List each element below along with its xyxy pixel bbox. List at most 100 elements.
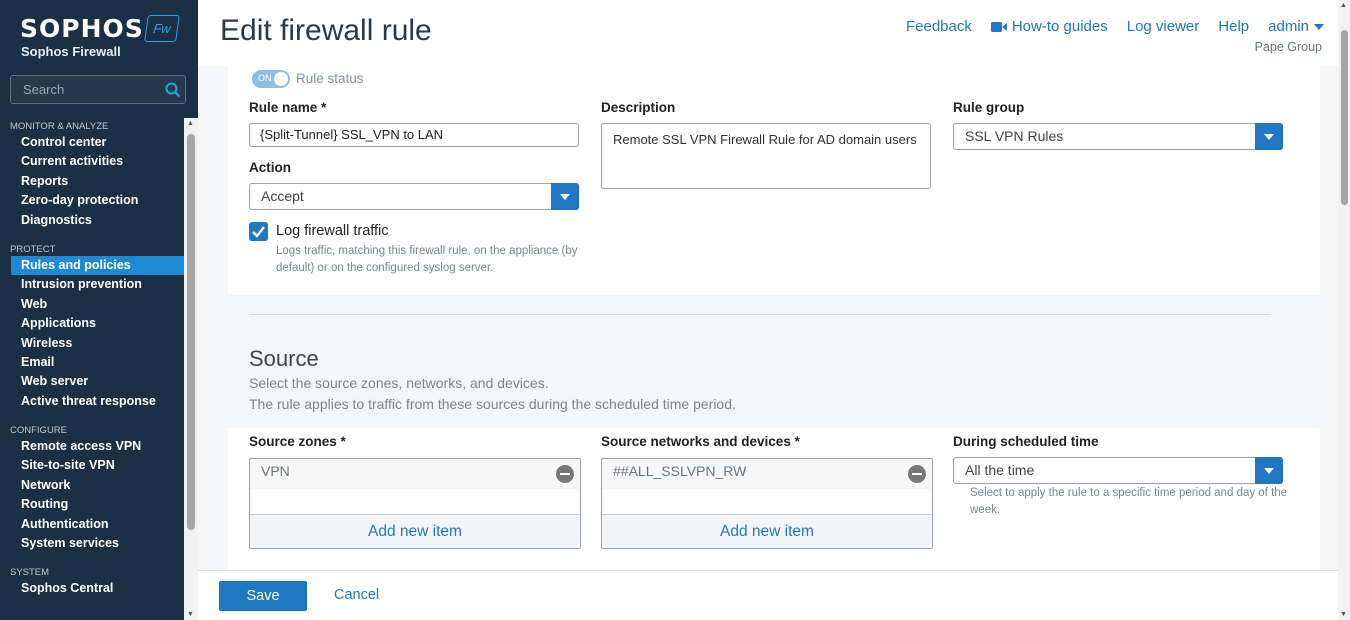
nav-item-reports[interactable]: Reports (0, 172, 184, 191)
nav-item-remote-vpn[interactable]: Remote access VPN (0, 437, 184, 456)
schedule-label: During scheduled time (953, 434, 1099, 449)
description-label: Description (601, 100, 676, 115)
nav-item-control-center[interactable]: Control center (0, 133, 184, 152)
toggle-knob (274, 72, 288, 86)
log-traffic-help: Logs traffic, matching this firewall rul… (276, 245, 578, 274)
empty-row (250, 490, 580, 515)
rule-group-select[interactable]: SSL VPN Rules (953, 123, 1283, 150)
nav-item-diagnostics[interactable]: Diagnostics (0, 211, 184, 230)
description-textarea[interactable]: Remote SSL VPN Firewall Rule for AD doma… (601, 123, 931, 189)
empty-row (602, 490, 932, 515)
toggle-on-label: ON (258, 73, 272, 83)
main-area: Edit firewall rule Feedback How-to guide… (198, 0, 1338, 620)
main-scroll-down-icon[interactable]: ▼ (1340, 611, 1347, 618)
caret-down-icon (1314, 23, 1324, 30)
nav-item-active-threat[interactable]: Active threat response (0, 392, 184, 411)
rule-group-label: Rule group (953, 100, 1025, 115)
nav-item-sophos-central[interactable]: Sophos Central (0, 579, 184, 598)
rule-name-label: Rule name * (249, 100, 327, 115)
scroll-down-icon[interactable]: ▼ (187, 611, 194, 618)
nav-section-protect: PROTECT (10, 243, 56, 255)
main-scroll-up-icon[interactable]: ▲ (1340, 2, 1347, 9)
header: Edit firewall rule Feedback How-to guide… (198, 0, 1338, 66)
nav-item-applications[interactable]: Applications (0, 314, 184, 333)
scroll-up-icon[interactable]: ▲ (187, 120, 194, 127)
source-zone-value: VPN (261, 463, 290, 479)
sidebar-scrollbar[interactable]: ▲ ▼ (184, 118, 198, 620)
log-traffic-checkbox[interactable] (249, 222, 268, 241)
nav-item-site-vpn[interactable]: Site-to-site VPN (0, 456, 184, 475)
help-link[interactable]: Help (1218, 18, 1249, 35)
nav-section-monitor: MONITOR & ANALYZE (10, 121, 109, 132)
nav-item-intrusion[interactable]: Intrusion prevention (0, 275, 184, 294)
log-traffic-label: Log firewall traffic (276, 223, 389, 239)
cancel-button[interactable]: Cancel (334, 587, 379, 603)
rule-status-label: Rule status (296, 71, 364, 86)
general-card: ON Rule status Rule name * {Split-Tunnel… (228, 66, 1320, 295)
add-zone-button[interactable]: Add new item (250, 515, 580, 548)
source-title: Source (249, 346, 319, 371)
nav-item-routing[interactable]: Routing (0, 495, 184, 514)
nav-item-rules-policies[interactable]: Rules and policies (11, 255, 184, 276)
product-name: Sophos Firewall (21, 44, 121, 59)
main-scroll-thumb[interactable] (1341, 30, 1348, 205)
source-networks-list: ##ALL_SSLVPN_RW Add new item (601, 458, 933, 549)
source-zones-list: VPN Add new item (249, 458, 581, 549)
remove-zone-icon[interactable] (556, 465, 574, 483)
sophos-logo: SOPHOS (20, 14, 144, 43)
source-card: Source zones * VPN Add new item Source n… (228, 428, 1320, 570)
schedule-value: All the time (965, 462, 1035, 478)
feedback-link[interactable]: Feedback (906, 18, 972, 35)
nav-section-system: SYSTEM (10, 567, 50, 579)
admin-label: admin (1268, 18, 1309, 35)
nav-section-configure: CONFIGURE (10, 425, 67, 437)
nav-item-web[interactable]: Web (0, 295, 184, 314)
source-network-item: ##ALL_SSLVPN_RW (602, 459, 932, 490)
source-network-value: ##ALL_SSLVPN_RW (613, 463, 747, 479)
schedule-select[interactable]: All the time (953, 457, 1283, 484)
section-divider (249, 314, 1271, 315)
rule-status-toggle[interactable]: ON (252, 70, 290, 88)
rule-name-input[interactable]: {Split-Tunnel} SSL_VPN to LAN (249, 123, 579, 147)
search-placeholder: Search (23, 82, 65, 97)
action-select[interactable]: Accept (249, 183, 579, 210)
nav-menu: MONITOR & ANALYZE Control center Current… (0, 118, 184, 620)
checkmark-icon (252, 226, 265, 238)
rule-group-dropdown-icon[interactable] (1255, 123, 1283, 150)
admin-menu[interactable]: admin (1268, 18, 1324, 35)
sidebar-scroll-thumb[interactable] (187, 134, 195, 530)
nav-item-email[interactable]: Email (0, 353, 184, 372)
nav-item-web-server[interactable]: Web server (0, 372, 184, 391)
nav-item-wireless[interactable]: Wireless (0, 334, 184, 353)
howto-label: How-to guides (1011, 18, 1108, 35)
nav-item-current-activities[interactable]: Current activities (0, 152, 184, 171)
firewall-badge: Fw (144, 15, 180, 42)
source-desc-2: The rule applies to traffic from these s… (249, 396, 736, 412)
nav-item-authentication[interactable]: Authentication (0, 515, 184, 534)
action-dropdown-icon[interactable] (551, 183, 579, 210)
video-camera-icon (990, 21, 1007, 32)
rule-group-value: SSL VPN Rules (965, 128, 1064, 144)
header-links: Feedback How-to guides Log viewer Help a… (906, 18, 1324, 35)
schedule-help: Select to apply the rule to a specific t… (970, 487, 1288, 516)
schedule-dropdown-icon[interactable] (1255, 457, 1283, 484)
source-zones-label: Source zones * (249, 434, 346, 449)
action-label: Action (249, 160, 291, 175)
nav-item-network[interactable]: Network (0, 476, 184, 495)
search-input[interactable]: Search (10, 75, 186, 104)
nav-item-system-services[interactable]: System services (0, 534, 184, 553)
add-network-button[interactable]: Add new item (602, 515, 932, 548)
search-icon[interactable] (165, 82, 181, 98)
nav-item-zero-day[interactable]: Zero-day protection (0, 191, 184, 210)
save-button[interactable]: Save (219, 581, 307, 611)
company-name: Pape Group (1254, 40, 1322, 54)
main-scrollbar[interactable]: ▲ ▼ (1338, 0, 1350, 620)
logviewer-link[interactable]: Log viewer (1127, 18, 1200, 35)
howto-link[interactable]: How-to guides (990, 18, 1108, 35)
source-desc-1: Select the source zones, networks, and d… (249, 375, 549, 391)
footer: Save Cancel (198, 570, 1338, 620)
source-zone-item: VPN (250, 459, 580, 490)
page-title: Edit firewall rule (220, 14, 432, 47)
source-networks-label: Source networks and devices * (601, 434, 800, 449)
remove-network-icon[interactable] (908, 465, 926, 483)
